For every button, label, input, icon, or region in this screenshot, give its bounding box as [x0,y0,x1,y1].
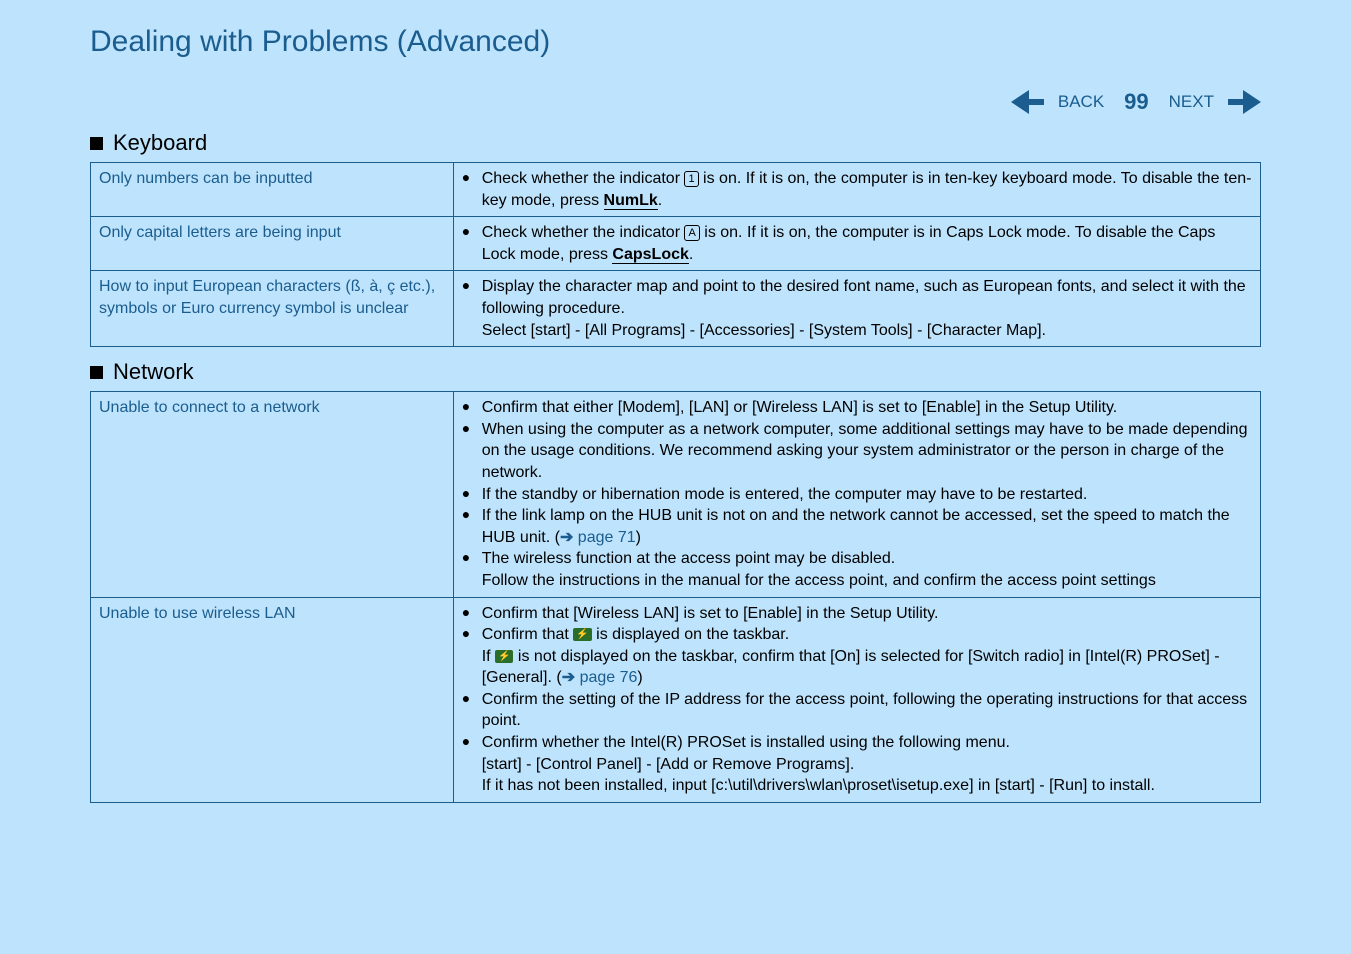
wireless-taskbar-icon: ⚡ [495,650,513,663]
capslock-key: CapsLock [612,246,688,264]
square-bullet-icon [90,137,103,150]
network-table: Unable to connect to a network Confirm t… [90,391,1261,803]
solution-cell: Confirm that [Wireless LAN] is set to [E… [453,597,1260,802]
list-item: Confirm the setting of the IP address fo… [462,689,1252,732]
table-row: Only numbers can be inputted Check wheth… [91,163,1261,217]
square-bullet-icon [90,366,103,379]
indicator-1-icon: 1 [684,171,698,187]
list-item: Check whether the indicator A is on. If … [462,222,1252,265]
solution-cell: Check whether the indicator A is on. If … [453,217,1260,271]
next-label[interactable]: NEXT [1169,92,1214,112]
problem-cell: Only capital letters are being input [91,217,454,271]
back-label[interactable]: BACK [1058,92,1104,112]
page-title: Dealing with Problems (Advanced) [90,25,1261,59]
problem-cell: Unable to connect to a network [91,392,454,597]
table-row: Unable to connect to a network Confirm t… [91,392,1261,597]
solution-cell: Check whether the indicator 1 is on. If … [453,163,1260,217]
table-row: Only capital letters are being input Che… [91,217,1261,271]
list-item: Confirm whether the Intel(R) PROSet is i… [462,732,1252,797]
arrow-stem [1027,99,1044,105]
problem-cell: Unable to use wireless LAN [91,597,454,802]
next-button[interactable] [1228,90,1261,114]
numlk-key: NumLk [604,192,658,210]
arrow-right-icon: ➔ [562,669,580,686]
list-item: Confirm that [Wireless LAN] is set to [E… [462,603,1252,625]
page-76-link[interactable]: page 76 [580,669,638,686]
problem-cell: Only numbers can be inputted [91,163,454,217]
arrow-right-icon: ➔ [560,529,578,546]
page-number: 99 [1124,89,1148,115]
network-heading: Network [113,359,194,385]
arrow-right-icon [1243,90,1261,114]
list-item: If the standby or hibernation mode is en… [462,484,1252,506]
list-item: Confirm that either [Modem], [LAN] or [W… [462,397,1252,419]
keyboard-table: Only numbers can be inputted Check wheth… [90,162,1261,347]
solution-cell: Confirm that either [Modem], [LAN] or [W… [453,392,1260,597]
keyboard-heading: Keyboard [113,130,207,156]
list-item: The wireless function at the access poin… [462,548,1252,591]
list-item: Confirm that ⚡ is displayed on the taskb… [462,624,1252,689]
list-item: If the link lamp on the HUB unit is not … [462,505,1252,548]
indicator-a-icon: A [684,225,699,241]
network-section-heading: Network [90,359,1261,385]
list-item: When using the computer as a network com… [462,419,1252,484]
top-navigation: BACK 99 NEXT [90,89,1261,115]
back-button[interactable] [1011,90,1044,114]
solution-cell: Display the character map and point to t… [453,271,1260,347]
wireless-taskbar-icon: ⚡ [573,628,591,641]
page-71-link[interactable]: page 71 [578,529,636,546]
keyboard-section-heading: Keyboard [90,130,1261,156]
problem-cell: How to input European characters (ß, à, … [91,271,454,347]
table-row: Unable to use wireless LAN Confirm that … [91,597,1261,802]
list-item: Display the character map and point to t… [462,276,1252,341]
list-item: Check whether the indicator 1 is on. If … [462,168,1252,211]
table-row: How to input European characters (ß, à, … [91,271,1261,347]
